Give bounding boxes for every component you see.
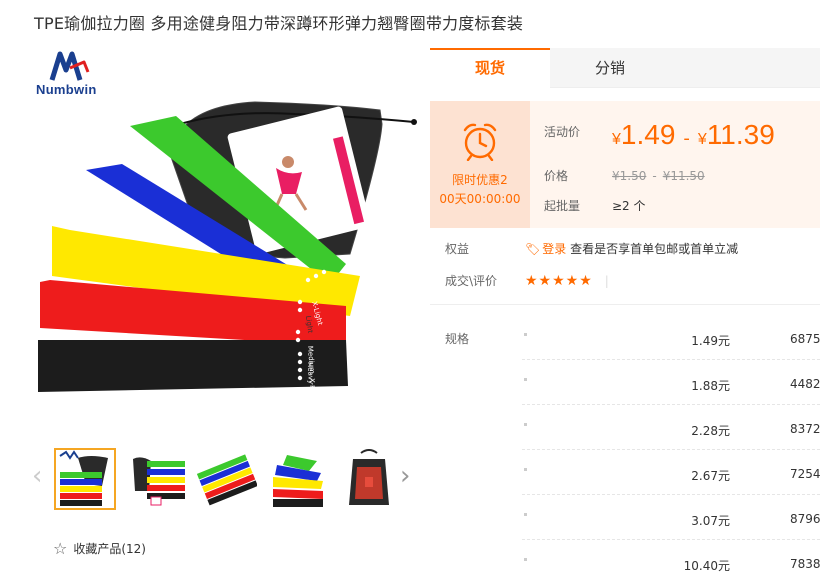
offer-tabs: 现货 分销 (430, 48, 820, 88)
spec-price: 10.40元 (683, 559, 730, 573)
price-min: ¥1.49 (612, 119, 676, 150)
original-price-label: 价格 (544, 169, 569, 183)
spec-label: 规格 (445, 332, 470, 346)
alarm-clock-icon (463, 123, 497, 161)
spec-stock: 83728 (790, 422, 820, 436)
spec-row[interactable]: 1.49元 68754 (522, 315, 820, 360)
original-price-min: ¥1.50 (612, 169, 647, 183)
star-outline-icon: ☆ (53, 538, 68, 558)
band-label-x-heavy: X-Heavy (308, 378, 316, 407)
divider: | (604, 274, 609, 288)
spec-stock: 783873 (790, 557, 820, 571)
spec-stock: 68754 (790, 332, 820, 346)
thumbnail-image (59, 450, 108, 506)
thumbnail-image (197, 454, 257, 506)
spec-row[interactable]: 3.07元 879637 (522, 495, 820, 540)
bullet-icon (524, 423, 527, 426)
spec-row[interactable]: 2.67元 72549 (522, 450, 820, 495)
divider (430, 304, 820, 305)
bullet-icon (524, 333, 527, 336)
thumbnail-image (273, 455, 323, 507)
spec-price: 2.67元 (691, 469, 730, 483)
tab-distribution[interactable]: 分销 (550, 48, 670, 88)
thumbnail-4[interactable] (268, 448, 330, 510)
rating-stars[interactable]: ★★★★★ (525, 273, 593, 289)
login-link[interactable]: 登录 (542, 242, 566, 256)
thumbnail-5[interactable] (338, 448, 400, 510)
spec-row[interactable]: 10.40元 783873 (522, 540, 820, 575)
thumbnail-1[interactable] (54, 448, 116, 510)
spec-price: 1.88元 (691, 379, 730, 393)
rights-row: 权益 🏷 登录 查看是否享首单包邮或首单立减 (445, 240, 738, 257)
favorite-label: 收藏产品(12) (73, 542, 146, 556)
bullet-icon (524, 558, 527, 561)
thumbnail-image (133, 457, 185, 506)
price-max: ¥11.39 (697, 119, 775, 150)
chevron-right-icon[interactable]: › (400, 462, 410, 490)
spec-row[interactable]: 1.88元 44822 (522, 360, 820, 405)
spec-row[interactable]: 2.28元 83728 (522, 405, 820, 450)
product-title: TPE瑜伽拉力圈 多用途健身阻力带深蹲环形弹力翘臀圈带力度标套装 (34, 14, 524, 33)
original-price-sep: - (652, 169, 657, 183)
original-price-row: 价格 ¥1.50- ¥11.50 (544, 167, 705, 184)
bullet-icon (524, 468, 527, 471)
resistance-bands-photo: X-Light Light Medium Heavy X-Heavy (38, 101, 417, 407)
spec-price: 2.28元 (691, 424, 730, 438)
band-black (38, 340, 348, 392)
rights-text: 查看是否享首单包邮或首单立减 (570, 242, 739, 256)
original-price-max: ¥11.50 (662, 169, 705, 183)
price-panel: 限时优惠2 00天00:00:00 活动价 ¥1.49- ¥11.39 价格 ¥1.5… (430, 101, 820, 228)
chevron-left-icon[interactable]: ‹ (32, 462, 42, 490)
promo-countdown: 00天00:00:00 (439, 192, 521, 206)
bullet-icon (524, 378, 527, 381)
main-product-image[interactable]: Numbwin X-Light Light Medium Heavy X-Hea… (30, 44, 422, 434)
price-range-sep: - (683, 128, 690, 149)
activity-price-row: 活动价 ¥1.49- ¥11.39 (544, 119, 775, 151)
spec-price: 1.49元 (691, 334, 730, 348)
moq-label: 起批量 (544, 199, 581, 213)
bullet-icon (524, 513, 527, 516)
activity-price-label: 活动价 (544, 125, 581, 139)
rights-label: 权益 (445, 242, 470, 256)
review-label: 成交\评价 (445, 274, 498, 288)
thumbnail-2[interactable] (126, 448, 188, 510)
promo-label: 限时优惠2 (452, 173, 508, 187)
thumbnail-strip: ‹ › (30, 446, 422, 510)
coupon-icon: 🏷 (525, 242, 541, 256)
review-row: 成交\评价 ★★★★★ | (445, 272, 609, 289)
spec-stock: 44822 (790, 377, 820, 391)
moq-row: 起批量 ≥2 个 (544, 197, 646, 214)
spec-stock: 72549 (790, 467, 820, 481)
favorite-product[interactable]: ☆ 收藏产品(12) (53, 540, 146, 557)
thumbnail-3[interactable] (196, 448, 258, 510)
moq-value: ≥2 个 (612, 199, 646, 213)
spec-stock: 879637 (790, 512, 820, 526)
thumbnail-image (349, 449, 389, 505)
spec-price: 3.07元 (691, 514, 730, 528)
tab-spot-goods[interactable]: 现货 (430, 48, 550, 88)
limited-promo: 限时优惠2 00天00:00:00 (430, 101, 530, 228)
